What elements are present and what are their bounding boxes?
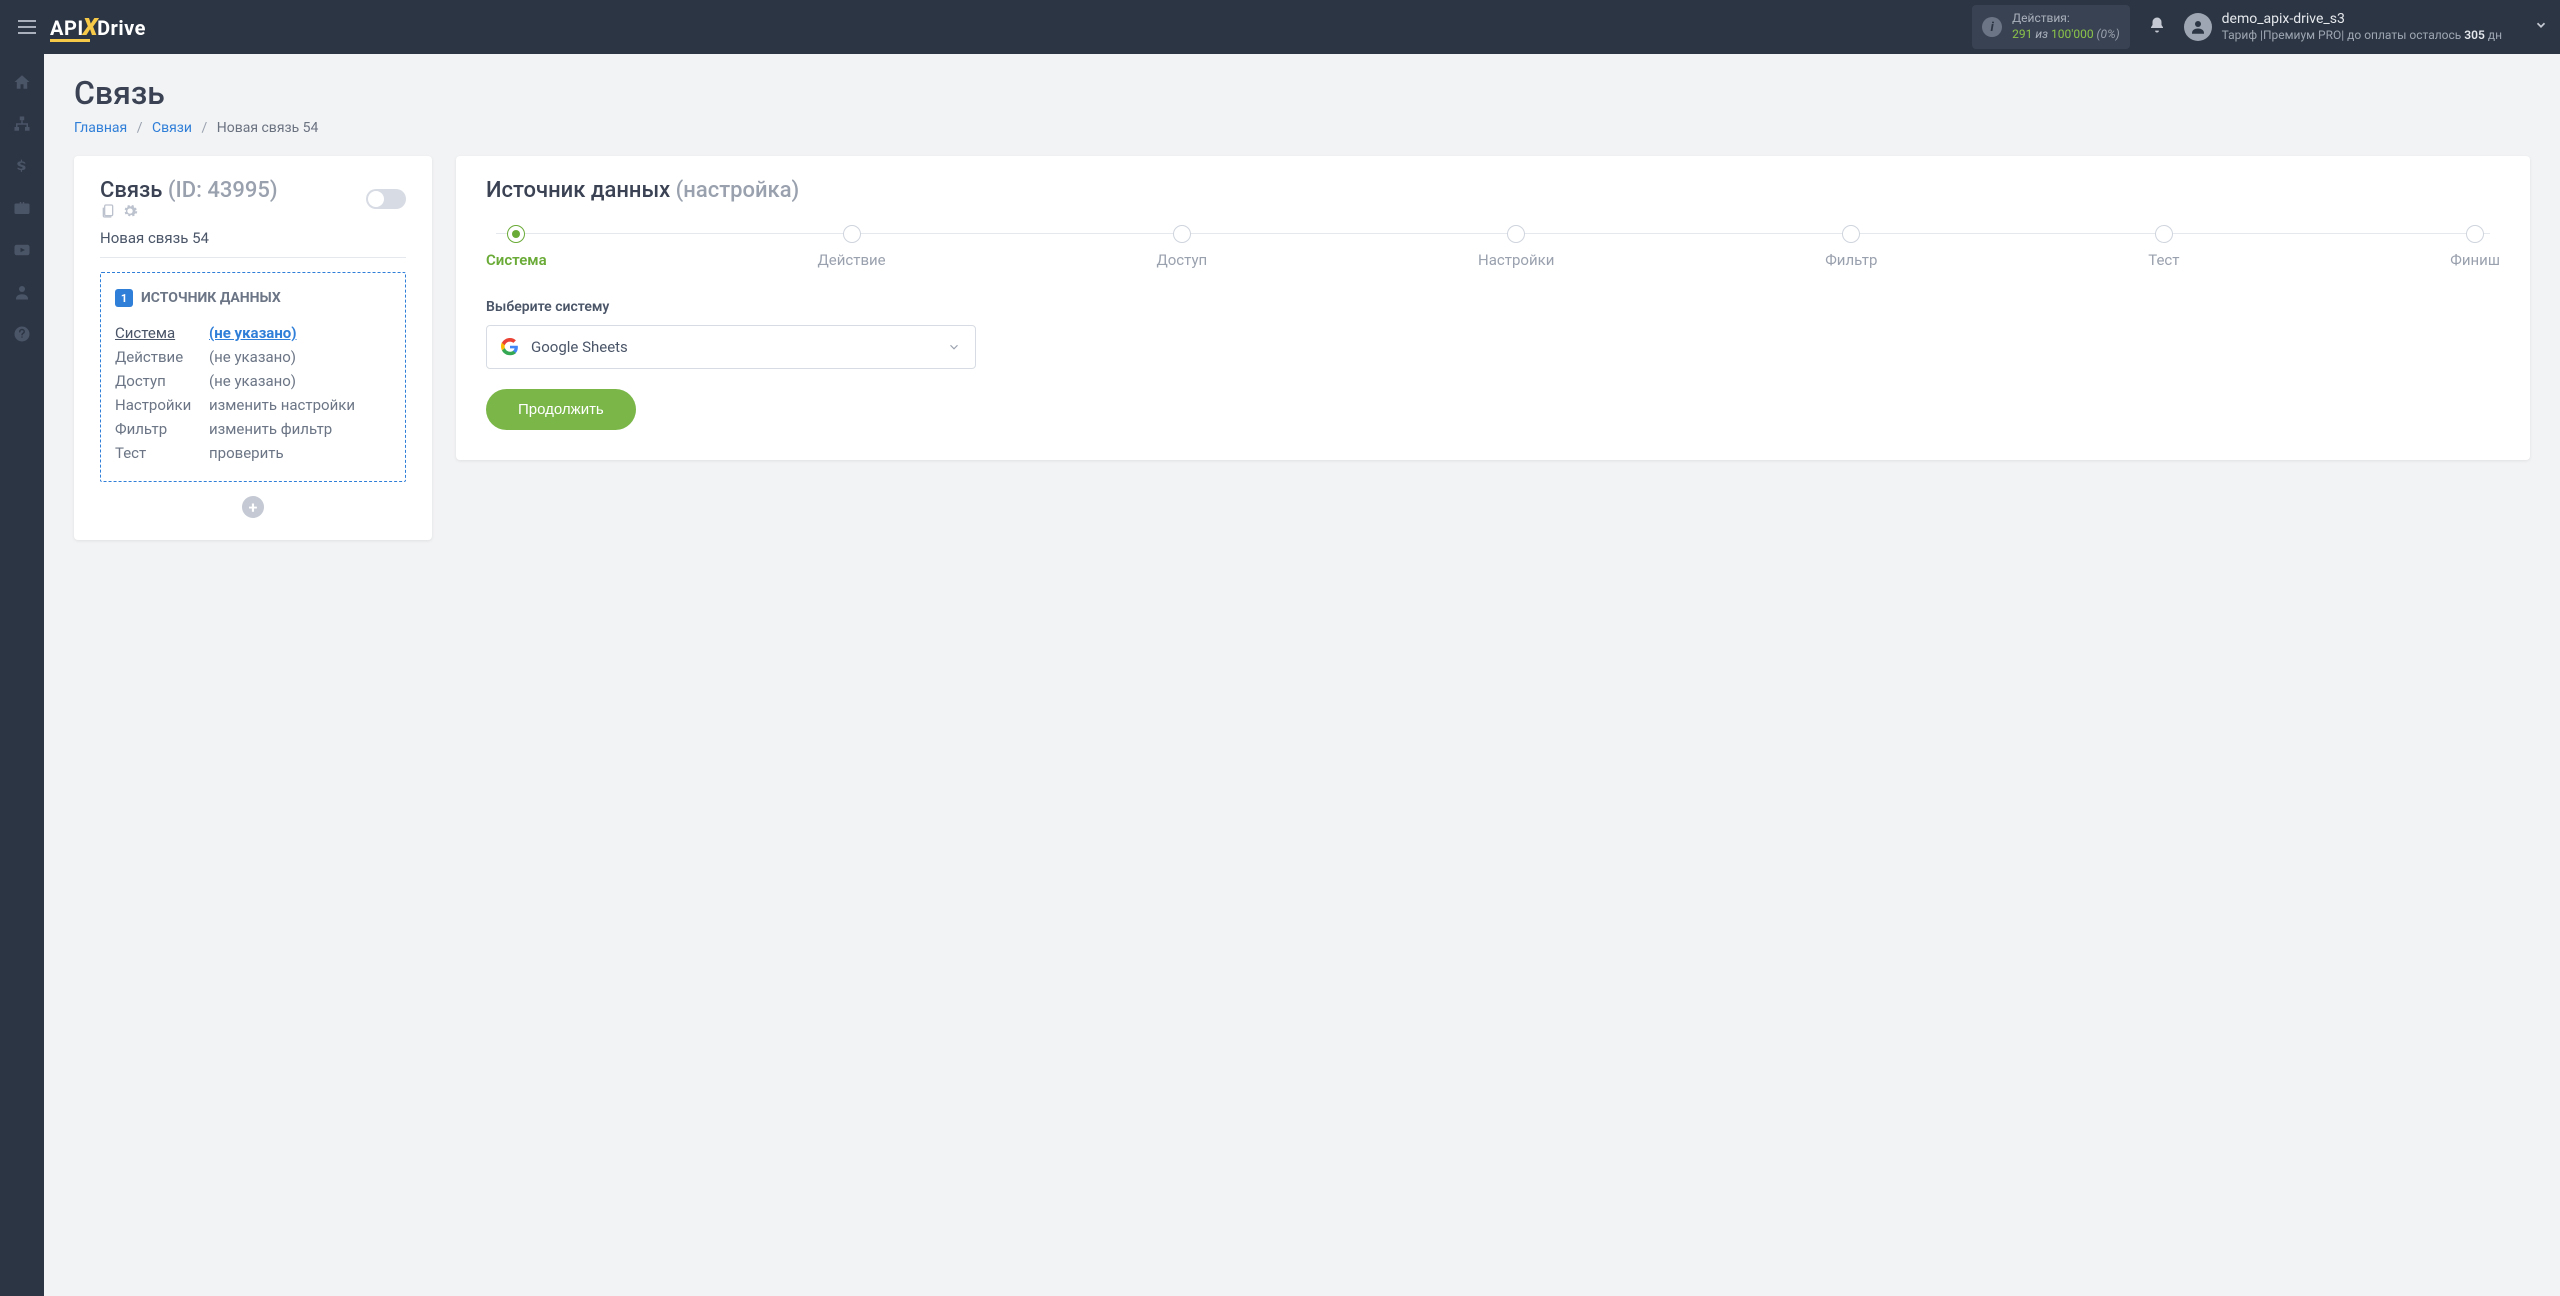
nav-video-icon[interactable]	[0, 230, 44, 270]
page-title: Связь	[74, 74, 2530, 112]
breadcrumbs: Главная / Связи / Новая связь 54	[74, 120, 2530, 136]
continue-button[interactable]: Продолжить	[486, 389, 636, 430]
add-step-button[interactable]: +	[242, 496, 264, 518]
connection-name[interactable]: Новая связь 54	[100, 229, 406, 258]
actions-counter[interactable]: i Действия: 291 из 100'000 (0%)	[1972, 5, 2130, 48]
header: APIXDrive i Действия: 291 из 100'000 (0%…	[0, 0, 2560, 54]
source-row[interactable]: Система(не указано)	[115, 321, 391, 345]
source-row[interactable]: Фильтризменить фильтр	[115, 417, 391, 441]
logo[interactable]: APIXDrive	[50, 13, 146, 42]
source-row[interactable]: Настройкиизменить настройки	[115, 393, 391, 417]
step-настройки[interactable]: Настройки	[1478, 225, 1554, 269]
chevron-down-icon	[2534, 18, 2548, 36]
chevron-down-icon	[947, 340, 961, 354]
menu-toggle[interactable]	[12, 14, 42, 40]
step-фильтр[interactable]: Фильтр	[1825, 225, 1877, 269]
nav-home-icon[interactable]	[0, 62, 44, 102]
breadcrumb-current: Новая связь 54	[217, 120, 319, 136]
avatar-icon	[2184, 13, 2212, 41]
breadcrumb-connections[interactable]: Связи	[152, 120, 192, 136]
main-content: Связь Главная / Связи / Новая связь 54 С…	[44, 54, 2560, 560]
nav-profile-icon[interactable]	[0, 272, 44, 312]
step-действие[interactable]: Действие	[817, 225, 885, 269]
step-badge: 1	[115, 289, 133, 307]
stepper: Система Действие Доступ Настройки Фильтр Тест…	[486, 225, 2500, 269]
step-тест[interactable]: Тест	[2148, 225, 2179, 269]
info-icon: i	[1982, 17, 2002, 37]
source-row[interactable]: Действие(не указано)	[115, 345, 391, 369]
copy-icon[interactable]	[100, 203, 116, 219]
config-title: Источник данных (настройка)	[486, 178, 2500, 203]
user-menu[interactable]: demo_apix-drive_s3 Тариф |Премиум PRO| д…	[2184, 10, 2548, 44]
config-card: Источник данных (настройка) Система Дейст…	[456, 156, 2530, 460]
source-row[interactable]: Тестпроверить	[115, 441, 391, 465]
select-value: Google Sheets	[531, 338, 935, 356]
system-select[interactable]: Google Sheets	[486, 325, 976, 369]
data-source-title: 1 ИСТОЧНИК ДАННЫХ	[115, 289, 391, 307]
breadcrumb-home[interactable]: Главная	[74, 120, 127, 136]
sidebar	[0, 54, 44, 1296]
data-source-box: 1 ИСТОЧНИК ДАННЫХ Система(не указано)Дей…	[100, 272, 406, 482]
nav-help-icon[interactable]	[0, 314, 44, 354]
gear-icon[interactable]	[122, 203, 138, 219]
select-label: Выберите систему	[486, 299, 2500, 315]
source-row[interactable]: Доступ(не указано)	[115, 369, 391, 393]
username: demo_apix-drive_s3	[2222, 10, 2502, 28]
notifications-icon[interactable]	[2148, 16, 2166, 38]
step-доступ[interactable]: Доступ	[1156, 225, 1207, 269]
connection-card: Связь (ID: 43995) Новая связь 54 1 ИСТОЧ…	[74, 156, 432, 540]
nav-billing-icon[interactable]	[0, 146, 44, 186]
nav-briefcase-icon[interactable]	[0, 188, 44, 228]
plan-info: Тариф |Премиум PRO| до оплаты осталось 3…	[2222, 28, 2502, 44]
connection-toggle[interactable]	[366, 189, 406, 209]
actions-label: Действия:	[2012, 11, 2120, 27]
nav-connections-icon[interactable]	[0, 104, 44, 144]
step-финиш[interactable]: Финиш	[2450, 225, 2500, 269]
step-система[interactable]: Система	[486, 225, 547, 269]
connection-title: Связь (ID: 43995)	[100, 178, 278, 219]
google-icon	[501, 338, 519, 356]
